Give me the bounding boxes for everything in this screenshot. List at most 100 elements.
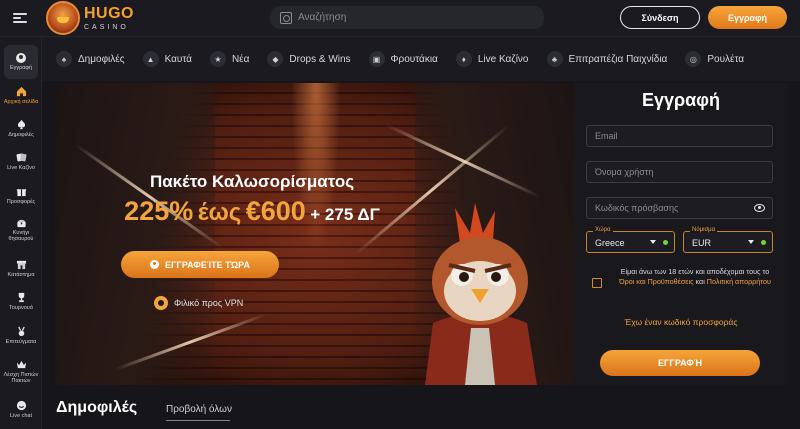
username-field[interactable] <box>586 161 773 183</box>
chevron-down-icon <box>748 240 754 244</box>
hero-banner[interactable]: Πακέτο Καλωσορίσματος 225% έως €600 + 27… <box>55 83 575 385</box>
country-select[interactable]: Χώρα Greece <box>586 227 675 253</box>
sidebar-item-home[interactable]: Αρχική σελίδα <box>0 86 42 105</box>
home-icon <box>16 86 26 97</box>
register-button[interactable]: Εγγραφή <box>708 6 787 29</box>
terms-text: Είμαι άνω των 18 ετών και αποδέχομαι του… <box>619 267 771 287</box>
category-label: Δημοφιλές <box>78 53 125 65</box>
hero-title: Πακέτο Καλωσορίσματος <box>149 172 355 191</box>
sidebar-item-label: Δημοφιλές <box>8 132 34 138</box>
hero-signup-button[interactable]: ΕΓΓΡΑΦΕΊΤΕ ΤΏΡΑ <box>121 251 279 278</box>
hero-signup-label: ΕΓΓΡΑΦΕΊΤΕ ΤΏΡΑ <box>165 259 250 270</box>
login-button[interactable]: Σύνδεση <box>620 6 700 29</box>
register-submit-button[interactable]: ΕΓΓΡΑΦΉ <box>600 350 760 376</box>
flame-icon: ▲ <box>142 51 159 67</box>
country-value: Greece <box>595 238 625 248</box>
category-roulette[interactable]: ◎ Ρουλέτα <box>685 51 744 67</box>
user-icon <box>16 52 26 63</box>
slot-icon: ▣ <box>368 51 385 67</box>
logo-subtitle: CASINO <box>84 23 129 31</box>
country-caption: Χώρα <box>593 227 613 233</box>
hugo-mascot-logo-icon <box>46 1 80 35</box>
sidebar: Εγγραφή Αρχική σελίδα Δημοφιλές Live Καζ… <box>0 37 42 429</box>
sidebar-item-label: Προσφορές <box>6 199 36 205</box>
sidebar-item-label: Live chat <box>9 413 32 419</box>
chevron-down-icon <box>650 240 656 244</box>
sidebar-item-shop[interactable]: Κατάστημα <box>0 259 42 278</box>
offer-up-to: έως <box>197 199 242 226</box>
new-icon: ★ <box>209 51 226 67</box>
category-label: Φρουτάκια <box>390 53 438 65</box>
vpn-friendly-badge: Φιλικό προς VPN <box>154 296 243 310</box>
email-field[interactable] <box>586 125 773 147</box>
logo-name: HUGO <box>84 4 134 22</box>
currency-select[interactable]: Νόμισμα EUR <box>683 227 773 253</box>
logo[interactable]: HUGO CASINO <box>46 1 134 35</box>
user-icon <box>150 260 160 269</box>
registration-panel: Εγγραφή Χώρα Greece Νόμισμα EUR Είμαι άν… <box>574 83 788 385</box>
cards-icon: ♦ <box>455 51 472 67</box>
trophy-icon <box>18 292 24 303</box>
chat-icon <box>16 400 26 411</box>
sidebar-item-label: Αρχική σελίδα <box>3 99 39 105</box>
sidebar-item-loyalty-club[interactable]: Λέσχη Πιστών Πακτών <box>0 359 42 385</box>
spade-icon: ♠ <box>56 51 72 67</box>
terms-checkbox[interactable] <box>592 278 602 288</box>
valid-indicator-icon <box>663 240 668 245</box>
sidebar-item-label: Επιτεύγματα <box>5 339 37 345</box>
search-icon <box>280 11 292 24</box>
show-password-icon[interactable] <box>754 204 765 212</box>
email-input[interactable] <box>587 126 772 146</box>
spade-icon <box>17 119 25 130</box>
category-hot[interactable]: ▲ Καυτά <box>142 51 192 67</box>
cards-icon <box>15 153 27 162</box>
category-table-games[interactable]: ♣ Επιτραπέζια Παιχνίδια <box>546 51 668 67</box>
category-popular[interactable]: ♠ Δημοφιλές <box>56 51 125 67</box>
hero-offer: 225% έως €600 + 275 ΔΓ <box>55 196 449 227</box>
password-input[interactable] <box>587 198 772 218</box>
category-drops-wins[interactable]: ◆ Drops & Wins <box>267 51 351 67</box>
vpn-icon <box>154 296 168 310</box>
view-all-link[interactable]: Προβολή όλων <box>166 404 232 415</box>
password-field[interactable] <box>586 197 773 219</box>
sidebar-item-tournaments[interactable]: Τουρνουά <box>0 292 42 311</box>
sidebar-item-live-casino[interactable]: Live Καζίνο <box>0 152 42 171</box>
shop-icon <box>16 260 26 270</box>
vpn-label: Φιλικό προς VPN <box>174 298 244 308</box>
sidebar-item-popular[interactable]: Δημοφιλές <box>0 119 42 138</box>
search-input[interactable] <box>298 12 518 23</box>
category-slots[interactable]: ▣ Φρουτάκια <box>368 51 438 67</box>
category-label: Νέα <box>231 53 250 65</box>
category-label: Επιτραπέζια Παιχνίδια <box>568 53 668 65</box>
category-live-casino[interactable]: ♦ Live Καζίνο <box>455 51 529 67</box>
sidebar-item-promotions[interactable]: Προσφορές <box>0 186 42 205</box>
terms-link[interactable]: Όροι και Προϋποθέσεις <box>619 277 693 286</box>
section-title: Δημοφιλές <box>56 399 138 416</box>
sidebar-item-label: Live Καζίνο <box>7 165 35 171</box>
sidebar-item-register[interactable]: Εγγραφή <box>4 45 38 79</box>
sidebar-item-achievements[interactable]: Επιτεύγματα <box>0 326 42 345</box>
menu-toggle-icon[interactable] <box>13 11 27 25</box>
category-label: Ρουλέτα <box>707 53 745 65</box>
gift-icon <box>16 189 26 197</box>
search-bar[interactable] <box>270 6 544 29</box>
sidebar-item-label: Λέσχη Πιστών Πακτών <box>3 372 39 385</box>
sidebar-item-label: Κυνήγι θησαυρού <box>8 230 34 243</box>
category-new[interactable]: ★ Νέα <box>209 51 250 67</box>
offer-amount: €600 <box>245 196 306 226</box>
table-games-icon: ♣ <box>546 51 563 67</box>
offer-percent: 225% <box>124 196 194 226</box>
privacy-policy-link[interactable]: Πολιτική απορρήτου <box>707 277 771 286</box>
registration-title: Εγγραφή <box>641 90 721 110</box>
category-label: Drops & Wins <box>289 53 351 65</box>
username-input[interactable] <box>587 162 772 182</box>
crown-icon <box>16 360 26 369</box>
offer-free-spins: + 275 ΔΓ <box>310 205 380 224</box>
sidebar-item-live-chat[interactable]: Live chat <box>0 400 42 419</box>
currency-value: EUR <box>692 238 712 248</box>
treasure-icon <box>16 219 26 228</box>
mascot-illustration <box>425 203 537 385</box>
sidebar-item-treasure-hunt[interactable]: Κυνήγι θησαυρού <box>0 217 42 243</box>
category-label: Live Καζίνο <box>477 53 529 65</box>
promo-code-link[interactable]: Έχω έναν κωδικό προσφοράς <box>574 317 788 327</box>
